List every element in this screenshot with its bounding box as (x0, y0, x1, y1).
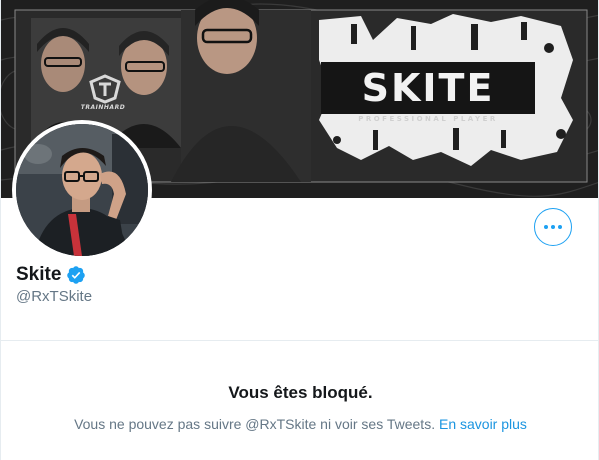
more-options-button[interactable] (534, 208, 572, 246)
verified-badge-icon (66, 265, 86, 285)
avatar-image (16, 124, 148, 256)
banner-subtitle: PROFESSIONAL PLAYER (358, 115, 498, 123)
profile-page: SKITE PROFESSIONAL PLAYER TRAINHARD Skit… (0, 0, 599, 460)
avatar[interactable] (12, 120, 152, 260)
display-name-text: Skite (16, 264, 62, 285)
more-dot (551, 225, 555, 229)
team-logo-text: TRAINHARD (80, 104, 126, 111)
blocked-message: Vous ne pouvez pas suivre @RxTSkite ni v… (74, 416, 436, 432)
divider (1, 340, 598, 341)
profile-display-name: Skite (16, 264, 86, 286)
more-dot (558, 225, 562, 229)
profile-handle: @RxTSkite (16, 288, 93, 305)
learn-more-link[interactable]: En savoir plus (439, 416, 527, 432)
blocked-title: Vous êtes bloqué. (228, 383, 373, 402)
banner-title: SKITE (321, 62, 535, 114)
blocked-message-row: Vous ne pouvez pas suivre @RxTSkite ni v… (1, 416, 598, 432)
more-horizontal-icon (544, 225, 548, 229)
avatar-photo (16, 124, 148, 256)
